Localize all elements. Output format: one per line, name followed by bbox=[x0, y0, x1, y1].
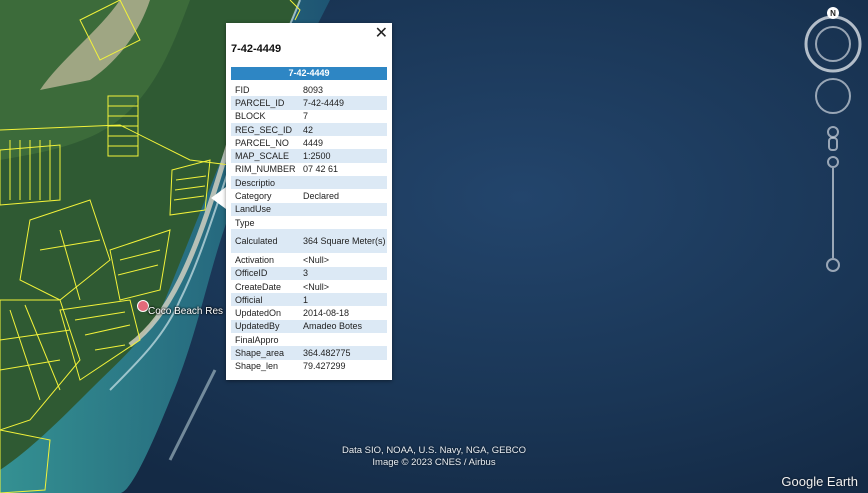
popup-pointer bbox=[211, 187, 226, 209]
attribute-row: PARCEL_ID 7-42-4449 bbox=[231, 96, 387, 110]
attribute-key: Calculated bbox=[235, 236, 278, 247]
attribute-value: Declared bbox=[303, 191, 340, 202]
attribute-row: Shape_len 79.427299 bbox=[231, 360, 387, 373]
attribute-row: CreateDate <Null> bbox=[231, 280, 387, 293]
attribute-key: Shape_area bbox=[235, 347, 285, 358]
popup-table-header: 7-42-4449 bbox=[231, 67, 387, 80]
data-attribution: Data SIO, NOAA, U.S. Navy, NGA, GEBCO Im… bbox=[300, 445, 568, 469]
attribute-value: 3 bbox=[303, 268, 309, 279]
attribute-row: REG_SEC_ID 42 bbox=[231, 122, 387, 137]
attribute-key: RIM_NUMBER bbox=[235, 164, 296, 175]
attribute-value: 2014-08-18 bbox=[303, 308, 350, 319]
attribute-row: Type bbox=[231, 216, 387, 229]
attribute-row: Calculated 364 Square Meter(s) bbox=[231, 229, 387, 254]
attribute-row: BLOCK 7 bbox=[231, 110, 387, 123]
place-label[interactable]: Coco Beach Res bbox=[148, 306, 223, 317]
attribute-key: UpdatedOn bbox=[235, 308, 282, 319]
attribute-row: FinalAppro bbox=[231, 333, 387, 346]
compass-north-label: N bbox=[830, 9, 836, 18]
attribute-key: CreateDate bbox=[235, 281, 282, 292]
attribute-row: UpdatedBy Amadeo Botes bbox=[231, 319, 387, 334]
satellite-imagery[interactable]: N bbox=[0, 0, 868, 493]
attribute-value bbox=[299, 216, 387, 229]
feature-info-popup: ✕ 7-42-4449 7-42-4449 FID 8093 PARCEL_ID 7-… bbox=[226, 23, 392, 380]
attribute-value: 364.482775 bbox=[303, 347, 351, 358]
attribute-value: Amadeo Botes bbox=[303, 321, 363, 332]
attribute-row: UpdatedOn 2014-08-18 bbox=[231, 306, 387, 319]
attribute-row: Category Declared bbox=[231, 189, 387, 202]
attribute-row: OfficeID 3 bbox=[231, 266, 387, 280]
attribute-key: BLOCK bbox=[235, 111, 266, 122]
attribute-key: Type bbox=[235, 217, 255, 228]
attribute-key: Official bbox=[235, 294, 263, 305]
attribute-value: 7-42-4449 bbox=[303, 97, 345, 108]
attribute-key: FID bbox=[235, 84, 250, 95]
attribute-key: Category bbox=[235, 191, 272, 202]
attribute-key: PARCEL_ID bbox=[235, 97, 285, 108]
attribute-key: PARCEL_NO bbox=[235, 137, 289, 148]
attribute-row: MAP_SCALE 1:2500 bbox=[231, 149, 387, 163]
attribute-row: Official 1 bbox=[231, 293, 387, 307]
attribute-key: FinalAppro bbox=[235, 334, 279, 345]
attribute-value: 07 42 61 bbox=[303, 164, 339, 175]
attribute-row: Descriptio bbox=[231, 176, 387, 190]
google-earth-logo: Google Earth bbox=[781, 474, 858, 489]
attribute-value: 1:2500 bbox=[303, 151, 331, 162]
attribute-row: FID 8093 bbox=[231, 83, 387, 96]
attribution-line-1: Data SIO, NOAA, U.S. Navy, NGA, GEBCO bbox=[341, 445, 527, 456]
attribute-value: 42 bbox=[303, 124, 314, 135]
attribute-value bbox=[299, 176, 387, 189]
attribute-value: 364 Square Meter(s) bbox=[303, 236, 386, 247]
map-view[interactable]: N Coco Beach Res ✕ 7-42-4449 7-42-4449 F… bbox=[0, 0, 868, 493]
attribute-value: 7 bbox=[303, 111, 309, 122]
attribute-row: LandUse bbox=[231, 202, 387, 216]
attribute-key: Shape_len bbox=[235, 361, 279, 372]
attribute-value: 1 bbox=[303, 294, 309, 305]
attribute-value: <Null> bbox=[303, 281, 330, 292]
attribute-row: Activation <Null> bbox=[231, 253, 387, 266]
attribute-value: 4449 bbox=[303, 137, 324, 148]
attribute-row: RIM_NUMBER 07 42 61 bbox=[231, 163, 387, 176]
attribute-row: PARCEL_NO 4449 bbox=[231, 136, 387, 149]
attribute-value: 79.427299 bbox=[303, 361, 346, 372]
attribute-value: <Null> bbox=[303, 254, 330, 265]
attribute-value bbox=[299, 333, 387, 346]
attribute-key: REG_SEC_ID bbox=[235, 124, 293, 135]
attribution-line-2: Image © 2023 CNES / Airbus bbox=[372, 457, 496, 468]
close-icon[interactable]: ✕ bbox=[375, 25, 388, 41]
popup-title: 7-42-4449 bbox=[231, 43, 282, 55]
attribute-key: Activation bbox=[235, 254, 275, 265]
attribute-key: Descriptio bbox=[235, 177, 276, 188]
attribute-key: UpdatedBy bbox=[235, 321, 280, 332]
attribute-table: FID 8093 PARCEL_ID 7-42-4449 BLOCK 7 REG_SEC_I… bbox=[231, 83, 387, 373]
attribute-key: MAP_SCALE bbox=[235, 151, 290, 162]
attribute-key: OfficeID bbox=[235, 268, 268, 279]
attribute-value: 8093 bbox=[303, 84, 324, 95]
attribute-value bbox=[299, 203, 387, 216]
attribute-key: LandUse bbox=[235, 204, 272, 215]
attribute-row: Shape_area 364.482775 bbox=[231, 346, 387, 360]
